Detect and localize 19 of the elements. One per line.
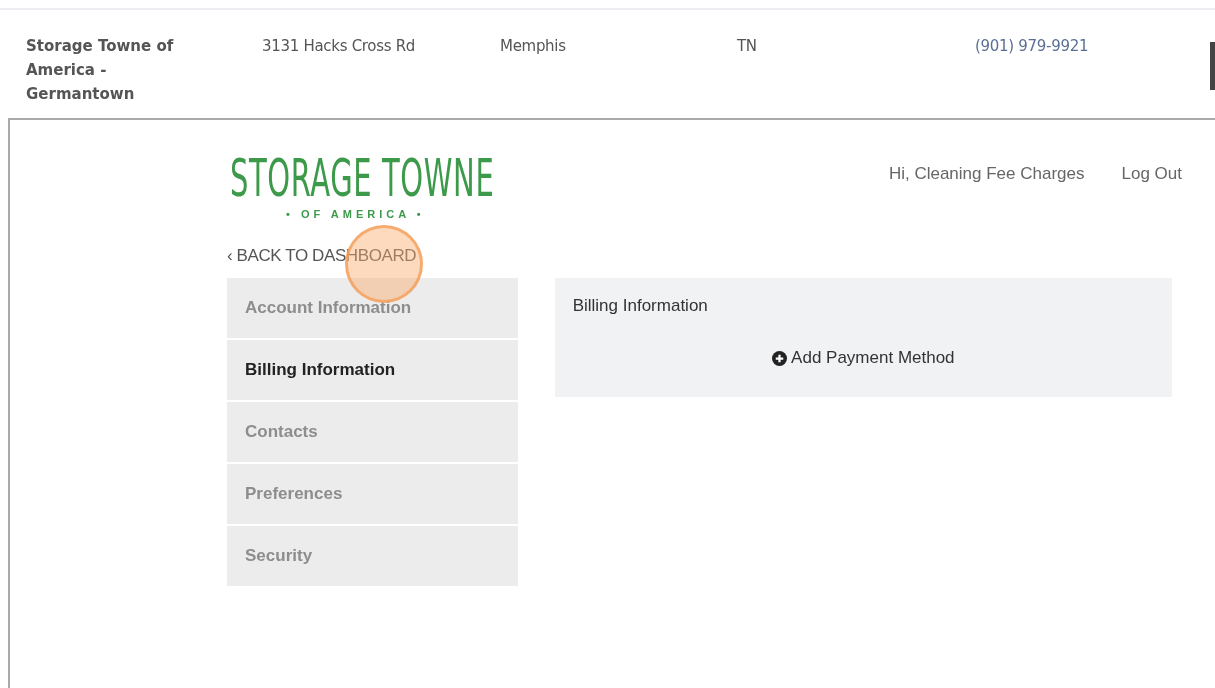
phone-link[interactable]: (901) 979-9921 bbox=[975, 34, 1175, 58]
back-link[interactable]: ‹ BACK TO DASHBOARD bbox=[227, 246, 417, 266]
sidebar-item[interactable]: Account Information bbox=[227, 278, 518, 338]
sidebar-item[interactable]: Security bbox=[227, 526, 518, 586]
logout-link[interactable]: Log Out bbox=[1121, 164, 1182, 184]
scroll-thumb[interactable] bbox=[1210, 42, 1215, 90]
address-text: 3131 Hacks Cross Rd bbox=[262, 36, 417, 57]
panel-title: Billing Information bbox=[572, 296, 709, 316]
sidebar-item[interactable]: Billing Information bbox=[227, 340, 518, 400]
logo-title: STORAGE TOWNE bbox=[230, 150, 495, 206]
add-payment-link[interactable]: Add Payment Method bbox=[772, 348, 955, 368]
state-text: TN bbox=[737, 36, 758, 57]
sidebar-item[interactable]: Preferences bbox=[227, 464, 518, 524]
plus-circle-icon bbox=[772, 350, 788, 366]
location-name: Storage Towne of America - Germantown bbox=[26, 36, 175, 105]
greeting-text: Hi, Cleaning Fee Charges bbox=[888, 164, 1085, 184]
logo-subtitle: • OF AMERICA • bbox=[286, 208, 425, 220]
sidebar-item[interactable]: Contacts bbox=[227, 402, 518, 462]
city-text: Memphis bbox=[500, 36, 567, 57]
